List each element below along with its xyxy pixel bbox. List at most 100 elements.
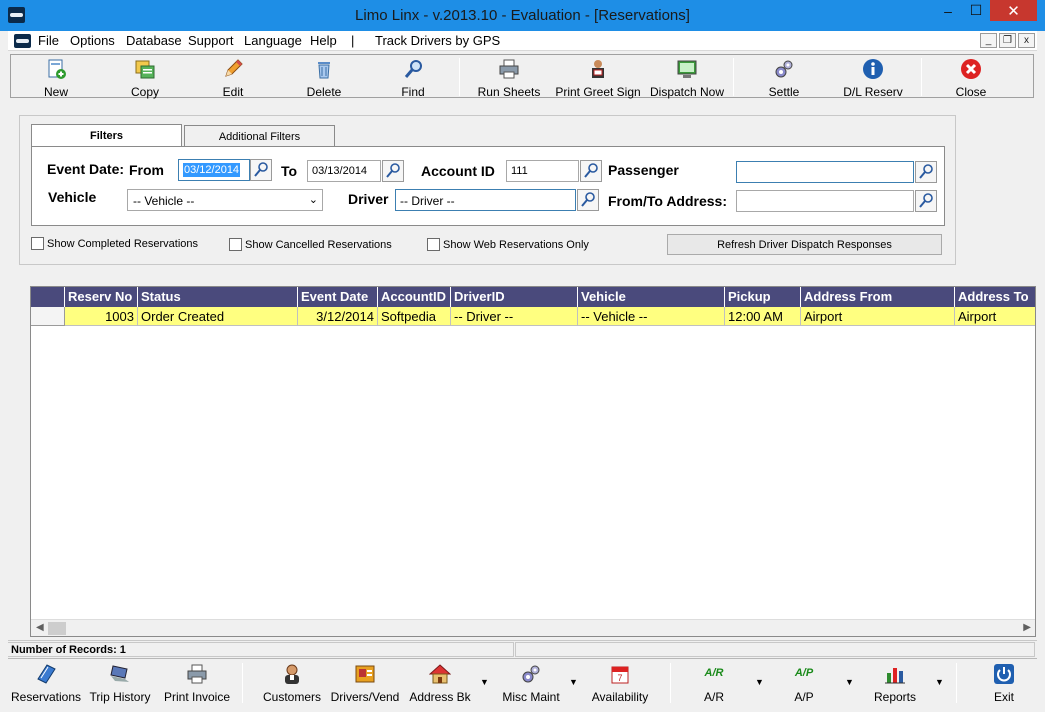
print-invoice-nav-button[interactable]: Print Invoice: [160, 659, 234, 707]
find-button[interactable]: Find: [393, 55, 433, 99]
settle-button[interactable]: Settle: [763, 55, 805, 99]
account-id-input[interactable]: 111: [506, 160, 579, 182]
tab-filters[interactable]: Filters: [31, 124, 182, 148]
dl-reserv-button[interactable]: D/L Reserv: [841, 55, 905, 99]
to-date-input[interactable]: 03/13/2014: [307, 160, 381, 182]
reports-dropdown-icon[interactable]: ▼: [935, 677, 944, 687]
new-label: New: [43, 85, 68, 99]
cell-reserv-no[interactable]: 1003: [65, 307, 138, 326]
close-window-button[interactable]: ✕: [990, 0, 1037, 21]
misc-maint-dropdown-icon[interactable]: ▼: [569, 677, 578, 687]
column-header[interactable]: Address To: [955, 287, 1035, 307]
magnifier-icon: [919, 193, 933, 208]
driver-lookup-button[interactable]: [577, 189, 599, 211]
account-id-lookup-button[interactable]: [580, 160, 602, 182]
cell-address-to[interactable]: Airport: [955, 307, 1035, 326]
passenger-lookup-button[interactable]: [915, 161, 937, 183]
show-web-checkbox[interactable]: [427, 238, 440, 251]
row-selector[interactable]: [31, 307, 65, 326]
edit-label: Edit: [222, 85, 244, 99]
mdi-restore-button[interactable]: ❐: [999, 33, 1016, 48]
cell-event-date[interactable]: 3/12/2014: [298, 307, 378, 326]
cell-account-id[interactable]: Softpedia: [378, 307, 451, 326]
column-header[interactable]: DriverID: [451, 287, 578, 307]
mdi-minimize-button[interactable]: _: [980, 33, 997, 48]
print-greet-sign-button[interactable]: Print Greet Sign: [555, 55, 641, 99]
tab-additional-filters[interactable]: Additional Filters: [184, 125, 335, 147]
menu-options[interactable]: Options: [70, 33, 115, 48]
column-header[interactable]: Reserv No: [65, 287, 138, 307]
scroll-left-icon[interactable]: ◀: [36, 622, 44, 633]
customers-nav-button[interactable]: Customers: [260, 659, 324, 707]
scroll-right-icon[interactable]: ▶: [1023, 622, 1031, 633]
vehicle-select[interactable]: -- Vehicle -- ⌄: [127, 189, 323, 211]
column-header[interactable]: Pickup: [725, 287, 801, 307]
reports-nav-button[interactable]: Reports: [870, 659, 920, 707]
refresh-dispatch-button[interactable]: Refresh Driver Dispatch Responses: [667, 234, 942, 255]
misc-maint-nav-button[interactable]: Misc Maint: [498, 659, 564, 707]
show-web-option[interactable]: Show Web Reservations Only: [427, 238, 589, 251]
menu-language[interactable]: Language: [244, 33, 302, 48]
house-icon: [429, 663, 451, 685]
magnifier-icon: [254, 162, 268, 177]
maximize-button[interactable]: ☐: [962, 0, 990, 21]
cell-vehicle[interactable]: -- Vehicle --: [578, 307, 725, 326]
edit-button[interactable]: Edit: [209, 55, 257, 99]
column-header[interactable]: Event Date: [298, 287, 378, 307]
table-row[interactable]: 1003 Order Created 3/12/2014 Softpedia -…: [31, 307, 1035, 326]
show-completed-option[interactable]: Show Completed Reservations: [31, 237, 198, 250]
calendar-icon: 7: [609, 663, 631, 685]
account-id-label: Account ID: [421, 163, 495, 179]
ar-dropdown-icon[interactable]: ▼: [755, 677, 764, 687]
column-header[interactable]: AccountID: [378, 287, 451, 307]
new-button[interactable]: New: [31, 55, 81, 99]
passenger-input[interactable]: [736, 161, 914, 183]
trip-history-nav-button[interactable]: Trip History: [88, 659, 152, 707]
availability-nav-button[interactable]: 7 Availability: [586, 659, 654, 707]
cell-driver-id[interactable]: -- Driver --: [451, 307, 578, 326]
driver-input[interactable]: -- Driver --: [395, 189, 576, 211]
menu-help[interactable]: Help: [310, 33, 337, 48]
dispatch-now-button[interactable]: Dispatch Now: [649, 55, 725, 99]
show-completed-checkbox[interactable]: [31, 237, 44, 250]
ap-dropdown-icon[interactable]: ▼: [845, 677, 854, 687]
reservations-nav-label: Reservations: [10, 690, 82, 704]
address-lookup-button[interactable]: [915, 190, 937, 212]
ar-nav-label: A/R: [703, 690, 724, 704]
menu-database[interactable]: Database: [126, 33, 182, 48]
drivers-vend-nav-button[interactable]: Drivers/Vend: [328, 659, 402, 707]
address-bk-nav-button[interactable]: Address Bk: [408, 659, 472, 707]
from-date-input[interactable]: 03/12/2014: [178, 159, 250, 181]
cell-address-from[interactable]: Airport: [801, 307, 955, 326]
delete-button[interactable]: Delete: [299, 55, 349, 99]
menu-file[interactable]: File: [38, 33, 59, 48]
column-header[interactable]: Vehicle: [578, 287, 725, 307]
menu-track-drivers-gps[interactable]: Track Drivers by GPS: [375, 33, 500, 48]
from-to-address-input[interactable]: [736, 190, 914, 212]
close-button[interactable]: Close: [951, 55, 991, 99]
to-date-lookup-button[interactable]: [382, 160, 404, 182]
exit-nav-button[interactable]: Exit: [984, 659, 1024, 707]
settle-label: Settle: [768, 85, 800, 99]
minimize-button[interactable]: –: [934, 0, 962, 21]
run-sheets-button[interactable]: Run Sheets: [477, 55, 541, 99]
status-pane-empty: [515, 642, 1035, 657]
mdi-system-icon[interactable]: [14, 34, 31, 48]
cell-pickup[interactable]: 12:00 AM: [725, 307, 801, 326]
copy-button[interactable]: Copy: [119, 55, 171, 99]
reservations-nav-button[interactable]: Reservations: [10, 659, 82, 707]
column-header[interactable]: Status: [138, 287, 298, 307]
ap-nav-button[interactable]: A/P A/P: [784, 659, 824, 707]
power-icon: [993, 663, 1015, 685]
address-bk-dropdown-icon[interactable]: ▼: [480, 677, 489, 687]
mdi-close-button[interactable]: x: [1018, 33, 1035, 48]
scrollbar-thumb[interactable]: [48, 622, 66, 635]
menu-support[interactable]: Support: [188, 33, 234, 48]
show-cancelled-option[interactable]: Show Cancelled Reservations: [229, 238, 392, 251]
from-date-lookup-button[interactable]: [250, 159, 272, 181]
cell-status[interactable]: Order Created: [138, 307, 298, 326]
ar-nav-button[interactable]: A/R A/R: [694, 659, 734, 707]
show-cancelled-checkbox[interactable]: [229, 238, 242, 251]
horizontal-scrollbar[interactable]: ◀ ▶: [31, 619, 1035, 636]
column-header[interactable]: Address From: [801, 287, 955, 307]
